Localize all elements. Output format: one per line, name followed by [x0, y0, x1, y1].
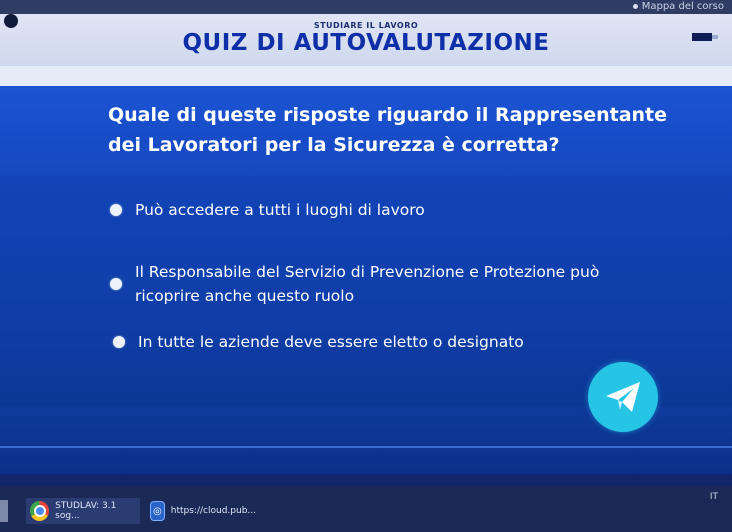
progress-fill [692, 33, 712, 41]
web-icon: ◎ [150, 501, 165, 521]
header-subtitle: STUDIARE IL LAVORO [313, 21, 419, 30]
quiz-header: STUDIARE IL LAVORO QUIZ DI AUTOVALUTAZIO… [0, 14, 732, 66]
course-map-link[interactable]: Mappa del corso [632, 0, 724, 14]
paper-plane-icon [606, 382, 640, 412]
radio-button-icon[interactable] [110, 204, 122, 216]
footer-edge [0, 474, 732, 486]
submit-answer-button[interactable] [588, 362, 658, 432]
header-separator [0, 66, 732, 86]
answer-label: Il Responsabile del Servizio di Prevenzi… [135, 263, 600, 305]
footer-divider [0, 446, 732, 448]
taskbar-item-browser[interactable]: STUDLAV: 3.1 sog... [26, 498, 140, 524]
radio-button-icon[interactable] [110, 278, 122, 290]
bullet-icon [632, 3, 638, 9]
taskbar-item-web[interactable]: ◎ https://cloud.pub... [146, 498, 256, 524]
taskbar: STUDLAV: 3.1 sog... ◎ https://cloud.pub.… [0, 486, 732, 532]
answer-label: Può accedere a tutti i luoghi di lavoro [135, 201, 425, 219]
answer-option-2[interactable]: Il Responsabile del Servizio di Prevenzi… [110, 260, 620, 308]
answer-option-3[interactable]: In tutte le aziende deve essere eletto o… [113, 330, 673, 354]
screen-edge [0, 500, 8, 522]
taskbar-item-label: STUDLAV: 3.1 sog... [55, 501, 117, 521]
question-text: Quale di queste risposte riguardo il Rap… [108, 104, 668, 156]
page-title: QUIZ DI AUTOVALUTAZIONE [182, 30, 550, 56]
progress-indicator [692, 32, 718, 42]
course-map-label: Mappa del corso [641, 1, 724, 12]
answer-option-1[interactable]: Può accedere a tutti i luoghi di lavoro [110, 198, 670, 222]
system-tray-language[interactable]: IT [710, 492, 718, 502]
radio-button-icon[interactable] [113, 336, 125, 348]
answer-label: In tutte le aziende deve essere eletto o… [138, 333, 524, 351]
chrome-icon [30, 501, 50, 521]
top-strip [0, 0, 732, 14]
taskbar-item-label: https://cloud.pub... [170, 506, 256, 516]
